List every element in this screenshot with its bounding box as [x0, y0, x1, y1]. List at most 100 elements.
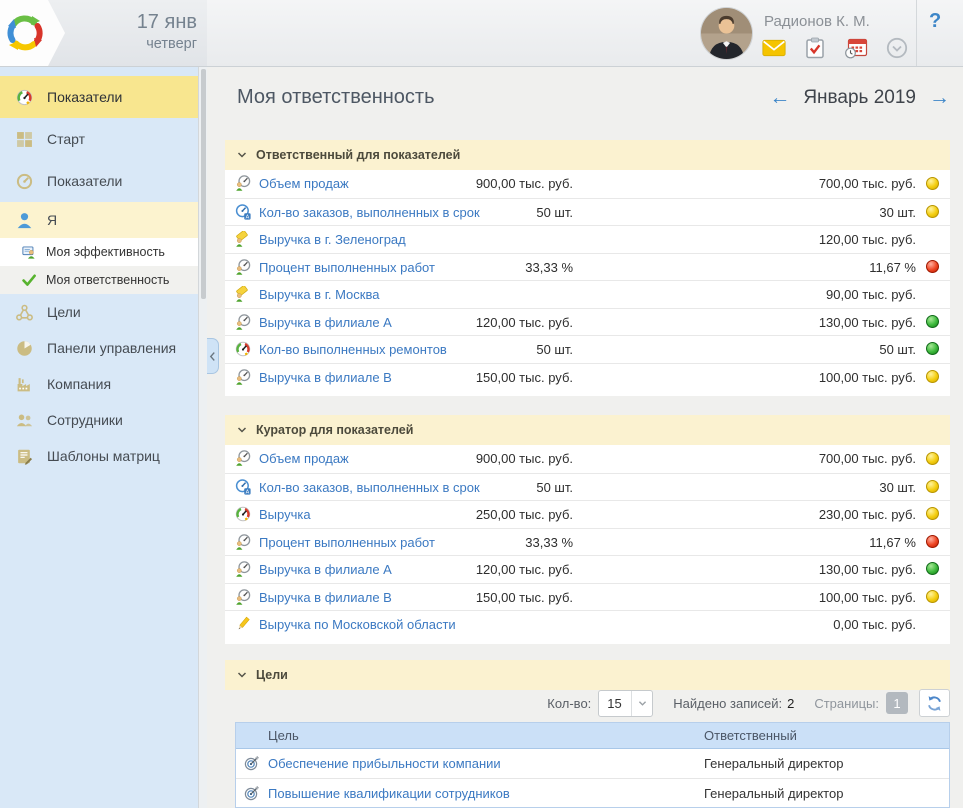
section-header[interactable]: Ответственный для показателей — [225, 140, 950, 170]
goal-link[interactable]: Обеспечение прибыльности компании — [268, 756, 501, 771]
indicator-link[interactable]: Выручка в г. Зеленоград — [259, 232, 406, 247]
sidebar-item-label: Шаблоны матриц — [47, 448, 160, 464]
svg-text:A: A — [246, 214, 250, 220]
indicator-link[interactable]: Выручка по Московской области — [259, 617, 456, 632]
indicator-link[interactable]: Процент выполненных работ — [259, 260, 435, 275]
people-icon — [16, 412, 33, 429]
sidebar-item-label: Показатели — [47, 173, 122, 189]
sidebar-collapse-button[interactable] — [207, 338, 219, 374]
indicator-row: Выручка 250,00 тыс. руб. 230,00 тыс. руб… — [225, 500, 950, 528]
indicator-row: Выручка по Московской области 0,00 тыс. … — [225, 610, 950, 638]
indicator-link[interactable]: Кол-во заказов, выполненных в срок — [259, 480, 480, 495]
indicator-row: Объем продаж 900,00 тыс. руб. 700,00 тыс… — [225, 170, 950, 198]
fact-value: 120,00 тыс. руб. — [819, 232, 916, 247]
indicator-link[interactable]: Выручка — [259, 507, 311, 522]
sidebar-item-employees[interactable]: Сотрудники — [0, 402, 198, 438]
section-header[interactable]: Цели — [225, 660, 950, 690]
fact-value: 11,67 % — [869, 535, 916, 550]
indicator-row: Кол-во выполненных ремонтов 50 шт. 50 шт… — [225, 335, 950, 363]
indicator-link[interactable]: Выручка в филиале В — [259, 370, 392, 385]
goal-link[interactable]: Повышение квалификации сотрудников — [268, 786, 510, 801]
gauge-blue-icon: A — [235, 479, 251, 495]
mail-icon[interactable] — [762, 37, 786, 59]
target-icon — [244, 755, 260, 771]
plan-value: 150,00 тыс. руб. — [476, 370, 573, 385]
chevron-circle-icon[interactable] — [885, 37, 909, 59]
sidebar-item-label: Моя эффективность — [46, 245, 165, 259]
indicator-link[interactable]: Кол-во заказов, выполненных в срок — [259, 205, 480, 220]
current-date: 17 янв четверг — [137, 10, 197, 54]
sidebar-item-pokazateli[interactable]: Показатели — [0, 160, 198, 202]
indicator-row: Выручка в филиале В 150,00 тыс. руб. 100… — [225, 583, 950, 611]
gauge-person-icon — [235, 534, 251, 550]
sidebar-item-my-efficiency[interactable]: Моя эффективность — [0, 238, 198, 266]
chevron-down-icon — [631, 691, 652, 716]
sidebar-item-matrix-templates[interactable]: Шаблоны матриц — [0, 438, 198, 474]
grid-icon — [16, 131, 33, 148]
section-header[interactable]: Куратор для показателей — [225, 415, 950, 445]
indicator-link[interactable]: Объем продаж — [259, 451, 349, 466]
sidebar-item-start[interactable]: Старт — [0, 118, 198, 160]
nodes-icon — [16, 304, 33, 321]
section-title: Цели — [256, 668, 288, 682]
fact-value: 90,00 тыс. руб. — [826, 287, 916, 302]
sidebar-item-my-responsibility[interactable]: Моя ответственность — [0, 266, 198, 294]
indicator-link[interactable]: Выручка в г. Москва — [259, 287, 379, 302]
help-button[interactable]: ? — [929, 10, 941, 33]
check-icon — [22, 273, 36, 287]
indicator-row: Выручка в филиале А 120,00 тыс. руб. 130… — [225, 555, 950, 583]
sidebar-item-label: Сотрудники — [47, 412, 123, 428]
indicator-link[interactable]: Выручка в филиале А — [259, 315, 392, 330]
status-indicator — [926, 535, 939, 548]
next-month-button[interactable]: → — [929, 86, 950, 110]
sidebar-scrollbar[interactable] — [198, 67, 207, 808]
user-name: Радионов К. М. — [764, 13, 870, 30]
factory-icon — [16, 376, 33, 393]
prev-month-button[interactable]: ← — [769, 86, 790, 110]
page-1-button[interactable]: 1 — [886, 692, 908, 714]
fact-value: 100,00 тыс. руб. — [819, 590, 916, 605]
indicator-link[interactable]: Выручка в филиале А — [259, 562, 392, 577]
gauge-person-icon — [235, 369, 251, 385]
count-label: Кол-во: — [547, 696, 591, 711]
plan-value: 33,33 % — [525, 260, 573, 275]
indicator-link[interactable]: Объем продаж — [259, 176, 349, 191]
status-indicator — [926, 590, 939, 603]
sidebar-item-label: Компания — [47, 376, 111, 392]
plan-value: 900,00 тыс. руб. — [476, 451, 573, 466]
gauge-person-icon — [235, 450, 251, 466]
sidebar-item-label: Я — [47, 212, 57, 228]
section-goals: Цели — [225, 660, 950, 690]
status-indicator — [926, 177, 939, 190]
goals-toolbar: Кол-во: 15 Найдено записей: 2 Страницы: … — [225, 688, 950, 718]
section-title: Ответственный для показателей — [256, 148, 460, 162]
found-records-label: Найдено записей: — [673, 696, 782, 711]
pie-chart-icon — [16, 340, 33, 357]
fact-value: 230,00 тыс. руб. — [819, 507, 916, 522]
refresh-button[interactable] — [919, 689, 950, 717]
tasks-icon[interactable] — [803, 37, 827, 59]
period-navigator: ← Январь 2019 → — [225, 86, 950, 110]
sidebar-item-company[interactable]: Компания — [0, 366, 198, 402]
sidebar-item-me[interactable]: Я — [0, 202, 198, 238]
calendar-clock-icon[interactable] — [844, 37, 868, 59]
indicator-link[interactable]: Выручка в филиале В — [259, 590, 392, 605]
page-size-select[interactable]: 15 — [598, 690, 653, 717]
sidebar-item-goals[interactable]: Цели — [0, 294, 198, 330]
plan-value: 250,00 тыс. руб. — [476, 507, 573, 522]
responsible-value: Генеральный директор — [704, 756, 843, 771]
indicator-link[interactable]: Кол-во выполненных ремонтов — [259, 342, 447, 357]
sidebar-item-pokazateli-root[interactable]: Показатели — [0, 76, 198, 118]
status-indicator — [926, 342, 939, 355]
plan-value: 150,00 тыс. руб. — [476, 590, 573, 605]
plan-value: 120,00 тыс. руб. — [476, 315, 573, 330]
gauge-person-icon — [235, 589, 251, 605]
indicator-row: A Кол-во заказов, выполненных в срок 50 … — [225, 198, 950, 226]
sidebar-item-dashboards[interactable]: Панели управления — [0, 330, 198, 366]
sidebar: Показатели Старт Показатели Я Моя эффект… — [0, 67, 207, 808]
sidebar-item-label: Моя ответственность — [46, 273, 169, 287]
indicator-link[interactable]: Процент выполненных работ — [259, 535, 435, 550]
gauge-color-icon — [235, 506, 251, 522]
page-size-value: 15 — [599, 691, 631, 716]
user-avatar[interactable] — [700, 7, 753, 60]
